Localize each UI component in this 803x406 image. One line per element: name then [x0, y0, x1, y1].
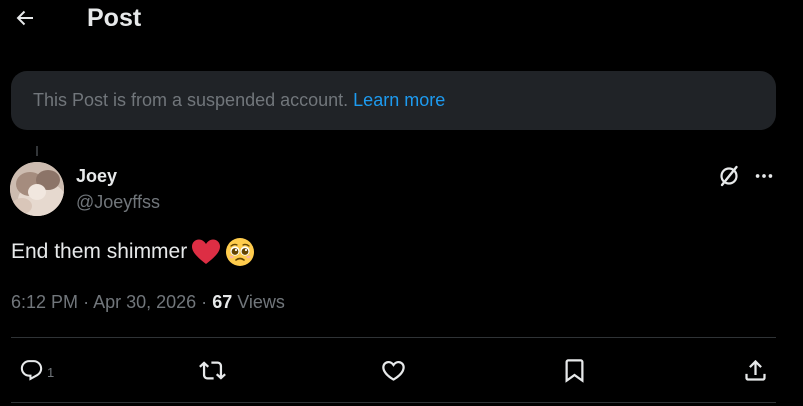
divider	[11, 337, 776, 338]
grok-button[interactable]	[716, 163, 742, 189]
views-count: 67	[212, 292, 233, 312]
like-button[interactable]	[380, 356, 407, 384]
post-date[interactable]: Apr 30, 2026	[93, 292, 196, 312]
suspended-account-notice: This Post is from a suspended account. L…	[11, 71, 776, 130]
notice-text: This Post is from a suspended account.	[33, 90, 349, 110]
avatar[interactable]	[10, 162, 64, 216]
post-meta: 6:12 PM · Apr 30, 2026 · 67 Views	[11, 290, 285, 314]
page-header: Post	[0, 0, 803, 38]
post-time[interactable]: 6:12 PM	[11, 292, 78, 312]
more-horizontal-icon	[755, 174, 773, 178]
like-icon	[382, 360, 405, 381]
meta-separator: ·	[201, 292, 208, 312]
author-name[interactable]: Joey	[76, 165, 117, 187]
more-options-button[interactable]	[752, 164, 776, 188]
pleading-face-emoji	[225, 237, 255, 267]
post-text: End them shimmer	[11, 237, 255, 267]
grok-icon	[720, 165, 738, 187]
divider	[11, 402, 776, 403]
bookmark-button[interactable]	[561, 356, 588, 384]
share-icon	[745, 359, 766, 381]
thread-connector-line	[36, 146, 38, 156]
page-title: Post	[87, 4, 142, 32]
avatar-image	[10, 162, 64, 216]
reply-button[interactable]: 1	[19, 356, 54, 384]
repost-button[interactable]	[199, 356, 226, 384]
views-label: Views	[237, 292, 285, 312]
reply-count: 1	[47, 364, 55, 380]
red-heart-emoji	[191, 238, 221, 266]
repost-icon	[199, 360, 226, 380]
share-button[interactable]	[742, 356, 769, 384]
bookmark-icon	[565, 358, 584, 383]
meta-separator: ·	[83, 292, 90, 312]
back-button[interactable]	[12, 5, 38, 31]
reply-icon	[20, 359, 43, 381]
post-text-content: End them shimmer	[11, 240, 188, 263]
author-handle[interactable]: @Joeyffss	[76, 191, 160, 213]
arrow-left-icon	[16, 10, 33, 26]
learn-more-link[interactable]: Learn more	[353, 90, 445, 111]
